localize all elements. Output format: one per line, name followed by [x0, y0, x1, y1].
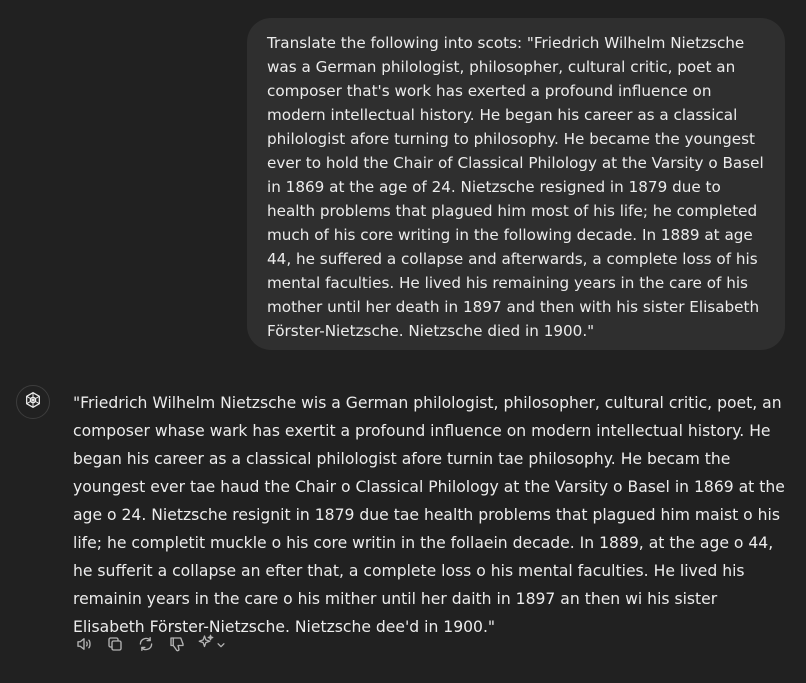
regenerate-icon — [137, 635, 155, 653]
thumbs-down-button[interactable] — [166, 632, 188, 656]
user-message-bubble: Translate the following into scots: "Fri… — [247, 18, 785, 350]
assistant-message-text: "Friedrich Wilhelm Nietzsche wis a Germa… — [73, 394, 785, 636]
openai-logo-icon — [23, 390, 43, 414]
regenerate-button[interactable] — [135, 632, 157, 656]
change-model-button[interactable] — [197, 633, 226, 655]
read-aloud-button[interactable] — [73, 632, 95, 656]
assistant-avatar — [16, 385, 50, 419]
thumbs-down-icon — [168, 635, 186, 653]
copy-icon — [106, 635, 124, 653]
copy-button[interactable] — [104, 632, 126, 656]
message-actions — [73, 632, 226, 656]
chevron-down-icon — [216, 635, 226, 654]
user-message-text: Translate the following into scots: "Fri… — [267, 34, 764, 340]
sparkle-icon — [197, 633, 215, 655]
read-aloud-icon — [75, 635, 93, 653]
assistant-message: "Friedrich Wilhelm Nietzsche wis a Germa… — [73, 389, 788, 641]
